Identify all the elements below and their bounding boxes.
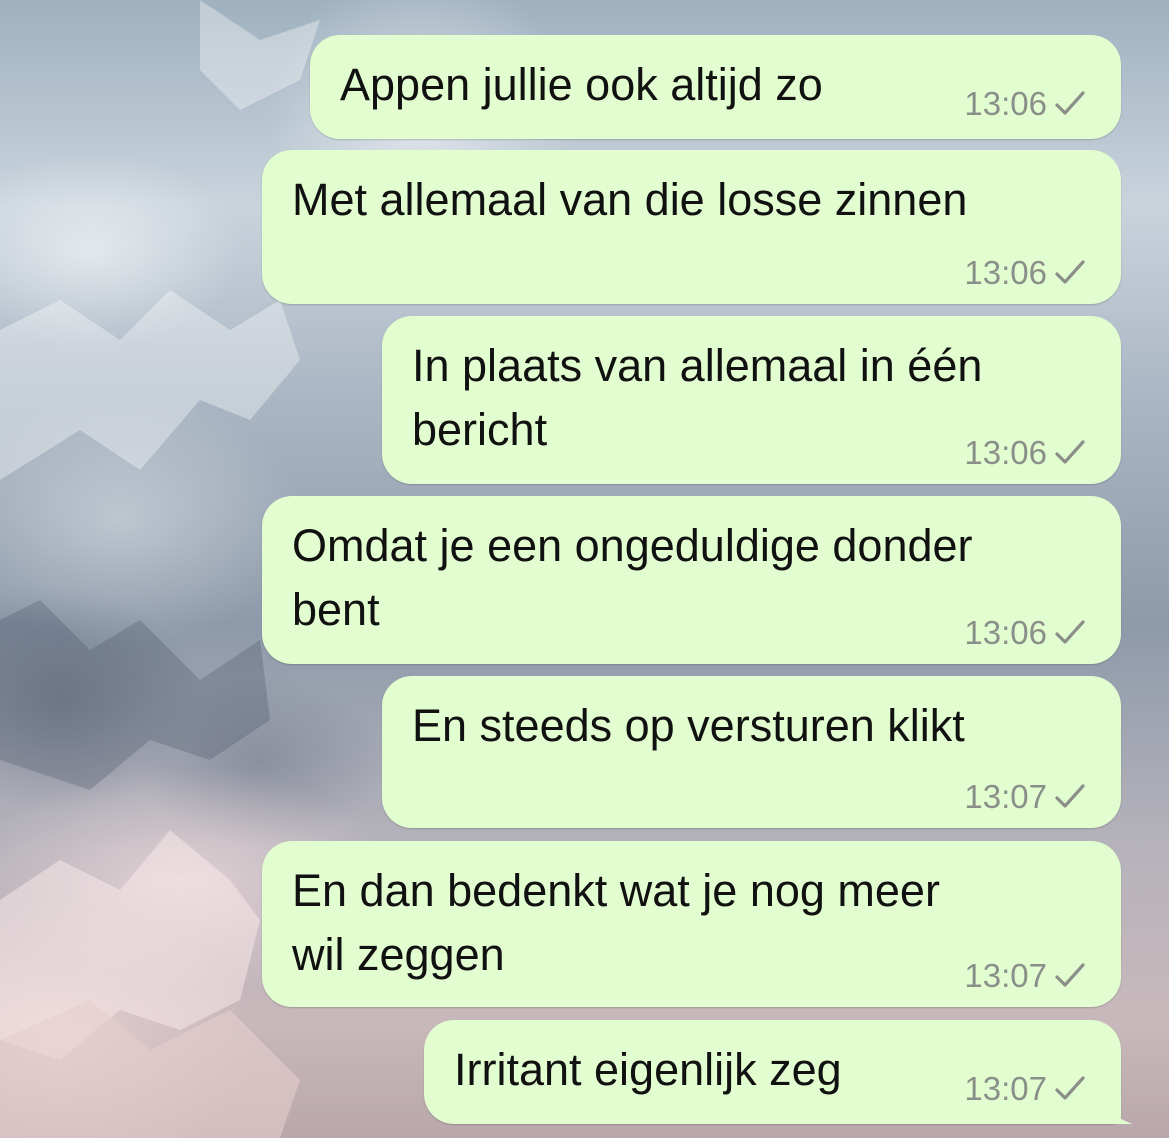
message-bubble[interactable]: In plaats van allemaal in één bericht 13… [382,316,1121,484]
message-text: En steeds op versturen klikt [412,700,965,751]
message-time: 13:06 [964,254,1047,291]
message-bubble[interactable]: Irritant eigenlijk zeg 13:07 [424,1020,1133,1124]
message-time: 13:06 [964,614,1047,651]
check-icon [1055,784,1085,808]
check-icon [1055,260,1085,284]
check-icon [1055,91,1085,115]
check-icon [1055,1076,1085,1100]
message-meta: 13:07 [964,1070,1087,1108]
message-text: Met allemaal van die losse zinnen [292,174,968,225]
message-meta: 13:06 [964,85,1087,123]
message-meta: 13:07 [964,778,1087,816]
message-time: 13:06 [964,434,1047,471]
message-meta: 13:06 [964,254,1087,292]
message-meta: 13:06 [964,614,1087,652]
check-icon [1055,440,1085,464]
message-meta: 13:07 [964,957,1087,995]
message-time: 13:06 [964,85,1047,122]
message-bubble[interactable]: En steeds op versturen klikt 13:07 [382,676,1121,828]
message-bubble[interactable]: Appen jullie ook altijd zo 13:06 [310,35,1121,139]
message-bubble[interactable]: En dan bedenkt wat je nog meer wil zegge… [262,841,1121,1007]
check-icon [1055,963,1085,987]
check-icon [1055,620,1085,644]
message-time: 13:07 [964,1070,1047,1107]
message-time: 13:07 [964,778,1047,815]
message-bubble[interactable]: Met allemaal van die losse zinnen 13:06 [262,150,1121,304]
message-bubble[interactable]: Omdat je een ongeduldige donder bent 13:… [262,496,1121,664]
message-time: 13:07 [964,957,1047,994]
message-list[interactable]: Appen jullie ook altijd zo 13:06 Met all… [0,0,1169,1138]
bubble-tail [1101,1094,1133,1124]
message-meta: 13:06 [964,434,1087,472]
